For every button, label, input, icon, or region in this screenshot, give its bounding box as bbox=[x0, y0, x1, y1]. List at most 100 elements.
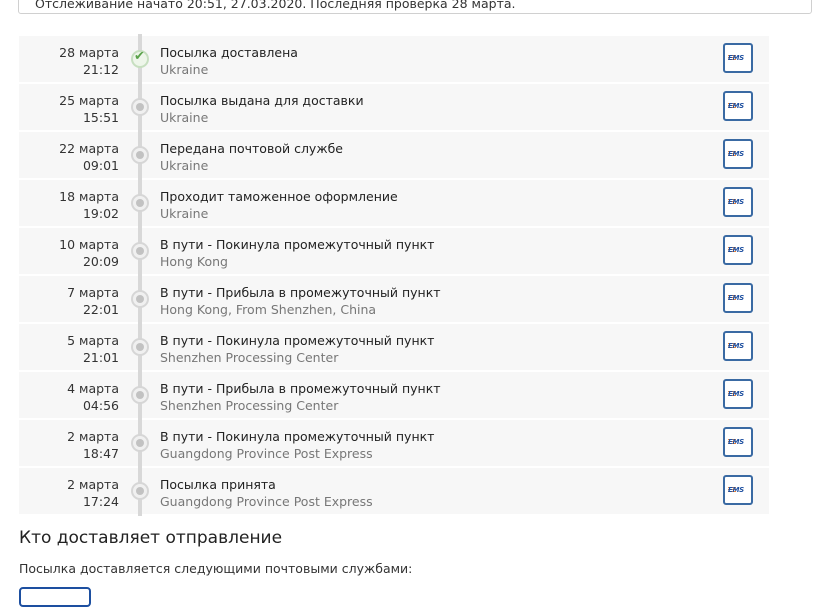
ems-logo-text: EMS bbox=[728, 438, 744, 446]
carrier-section-text: Посылка доставляется следующими почтовым… bbox=[19, 561, 413, 576]
event-time: 19:02 bbox=[82, 206, 119, 221]
event-location: Guangdong Province Post Express bbox=[160, 446, 373, 461]
event-time: 15:51 bbox=[82, 110, 119, 125]
event-datetime: 25 марта 15:51 bbox=[19, 92, 119, 126]
tracking-timeline: 28 марта 21:12 ✔ Посылка доставлена Ukra… bbox=[19, 34, 769, 516]
event-datetime: 2 марта 18:47 bbox=[19, 428, 119, 462]
event-datetime: 2 марта 17:24 bbox=[19, 476, 119, 510]
event-date: 5 марта bbox=[67, 333, 119, 348]
timeline-dot-icon bbox=[131, 482, 149, 500]
event-description: В пути - Прибыла в промежуточный пункт S… bbox=[160, 380, 441, 414]
event-datetime: 18 марта 19:02 bbox=[19, 188, 119, 222]
timeline-dot-icon bbox=[131, 146, 149, 164]
ems-logo-icon[interactable]: EMS bbox=[723, 331, 753, 361]
event-time: 17:24 bbox=[82, 494, 119, 509]
event-status: Посылка принята bbox=[160, 477, 276, 492]
timeline-event: 22 марта 09:01 Передана почтовой службе … bbox=[19, 130, 769, 180]
ems-logo-icon[interactable]: EMS bbox=[723, 187, 753, 217]
timeline-event: 5 марта 21:01 В пути - Покинула промежут… bbox=[19, 322, 769, 372]
event-status: Посылка доставлена bbox=[160, 45, 298, 60]
event-description: Проходит таможенное оформление Ukraine bbox=[160, 188, 398, 222]
event-status: В пути - Покинула промежуточный пункт bbox=[160, 237, 435, 252]
event-location: Ukraine bbox=[160, 158, 209, 173]
ems-logo-text: EMS bbox=[728, 390, 744, 398]
event-description: В пути - Покинула промежуточный пункт Sh… bbox=[160, 332, 434, 366]
event-datetime: 22 марта 09:01 bbox=[19, 140, 119, 174]
ems-logo-text: EMS bbox=[728, 102, 744, 110]
ems-logo-text: EMS bbox=[728, 198, 744, 206]
event-location: Hong Kong, From Shenzhen, China bbox=[160, 302, 377, 317]
event-time: 20:09 bbox=[82, 254, 119, 269]
event-date: 28 марта bbox=[59, 45, 119, 60]
ems-logo-icon[interactable]: EMS bbox=[723, 475, 753, 505]
event-status: В пути - Покинула промежуточный пункт bbox=[160, 429, 435, 444]
event-datetime: 5 марта 21:01 bbox=[19, 332, 119, 366]
event-time: 09:01 bbox=[82, 158, 119, 173]
event-date: 18 марта bbox=[59, 189, 119, 204]
event-location: Guangdong Province Post Express bbox=[160, 494, 373, 509]
ems-logo-text: EMS bbox=[728, 342, 744, 350]
event-description: Передана почтовой службе Ukraine bbox=[160, 140, 343, 174]
timeline-event: 7 марта 22:01 В пути - Прибыла в промежу… bbox=[19, 274, 769, 324]
carrier-service-button[interactable] bbox=[19, 587, 91, 607]
event-time: 21:01 bbox=[82, 350, 119, 365]
tracking-notice: Отслеживание начато 20:51, 27.03.2020. П… bbox=[18, 0, 812, 14]
timeline-dot-icon bbox=[131, 386, 149, 404]
event-description: В пути - Покинула промежуточный пункт Ho… bbox=[160, 236, 434, 270]
event-description: Посылка доставлена Ukraine bbox=[160, 44, 298, 78]
event-date: 2 марта bbox=[67, 477, 119, 492]
timeline-event: 2 марта 18:47 В пути - Покинула промежут… bbox=[19, 418, 769, 468]
ems-logo-icon[interactable]: EMS bbox=[723, 91, 753, 121]
ems-logo-icon[interactable]: EMS bbox=[723, 139, 753, 169]
event-location: Ukraine bbox=[160, 206, 209, 221]
ems-logo-icon[interactable]: EMS bbox=[723, 235, 753, 265]
event-time: 18:47 bbox=[82, 446, 119, 461]
event-date: 4 марта bbox=[67, 381, 119, 396]
event-status: В пути - Прибыла в промежуточный пункт bbox=[160, 285, 441, 300]
event-date: 2 марта bbox=[67, 429, 119, 444]
timeline-event: 4 марта 04:56 В пути - Прибыла в промежу… bbox=[19, 370, 769, 420]
event-status: В пути - Прибыла в промежуточный пункт bbox=[160, 381, 441, 396]
timeline-dot-icon bbox=[131, 434, 149, 452]
event-datetime: 10 марта 20:09 bbox=[19, 236, 119, 270]
event-status: Проходит таможенное оформление bbox=[160, 189, 398, 204]
event-date: 7 марта bbox=[67, 285, 119, 300]
event-location: Shenzhen Processing Center bbox=[160, 398, 339, 413]
event-status: Посылка выдана для доставки bbox=[160, 93, 364, 108]
event-status: Передана почтовой службе bbox=[160, 141, 343, 156]
event-location: Shenzhen Processing Center bbox=[160, 350, 339, 365]
event-time: 04:56 bbox=[82, 398, 119, 413]
ems-logo-text: EMS bbox=[728, 294, 744, 302]
ems-logo-text: EMS bbox=[728, 486, 744, 494]
ems-logo-text: EMS bbox=[728, 150, 744, 158]
ems-logo-text: EMS bbox=[728, 246, 744, 254]
check-circle-icon: ✔ bbox=[131, 49, 149, 68]
ems-logo-icon[interactable]: EMS bbox=[723, 43, 753, 73]
timeline-dot-icon bbox=[131, 290, 149, 308]
ems-logo-icon[interactable]: EMS bbox=[723, 379, 753, 409]
event-date: 25 марта bbox=[59, 93, 119, 108]
timeline-event: 10 марта 20:09 В пути - Покинула промежу… bbox=[19, 226, 769, 276]
timeline-event: 18 марта 19:02 Проходит таможенное оформ… bbox=[19, 178, 769, 228]
event-date: 22 марта bbox=[59, 141, 119, 156]
event-description: В пути - Прибыла в промежуточный пункт H… bbox=[160, 284, 441, 318]
event-description: Посылка принята Guangdong Province Post … bbox=[160, 476, 373, 510]
event-status: В пути - Покинула промежуточный пункт bbox=[160, 333, 435, 348]
carrier-section-title: Кто доставляет отправление bbox=[19, 528, 283, 548]
event-datetime: 28 марта 21:12 bbox=[19, 44, 119, 78]
timeline-dot-icon bbox=[131, 338, 149, 356]
ems-logo-icon[interactable]: EMS bbox=[723, 283, 753, 313]
timeline-event: 2 марта 17:24 Посылка принята Guangdong … bbox=[19, 466, 769, 516]
timeline-event: 28 марта 21:12 ✔ Посылка доставлена Ukra… bbox=[19, 34, 769, 84]
event-datetime: 7 марта 22:01 bbox=[19, 284, 119, 318]
timeline-dot-icon bbox=[131, 194, 149, 212]
tracking-notice-text: Отслеживание начато 20:51, 27.03.2020. П… bbox=[35, 0, 516, 11]
event-datetime: 4 марта 04:56 bbox=[19, 380, 119, 414]
ems-logo-icon[interactable]: EMS bbox=[723, 427, 753, 457]
timeline-dot-icon bbox=[131, 98, 149, 116]
event-date: 10 марта bbox=[59, 237, 119, 252]
event-description: Посылка выдана для доставки Ukraine bbox=[160, 92, 364, 126]
event-time: 22:01 bbox=[82, 302, 119, 317]
timeline-dot-icon bbox=[131, 242, 149, 260]
event-location: Hong Kong bbox=[160, 254, 228, 269]
